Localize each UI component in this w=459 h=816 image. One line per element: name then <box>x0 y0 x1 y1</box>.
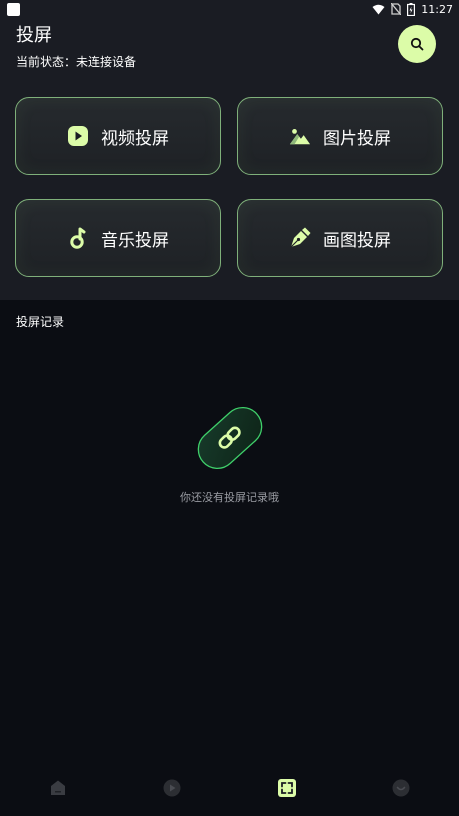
home-icon <box>51 780 65 795</box>
wifi-icon <box>372 4 385 14</box>
music-cast-card[interactable]: 音乐投屏 <box>15 199 221 277</box>
nav-cast[interactable] <box>278 779 296 797</box>
battery-icon <box>407 2 416 16</box>
records-title: 投屏记录 <box>16 315 65 329</box>
bottom-nav <box>0 770 459 806</box>
status-bar: 11:27 <box>0 0 459 18</box>
image-cast-label: 图片投屏 <box>323 128 391 149</box>
play-icon <box>163 779 181 797</box>
page-title: 投屏 <box>16 25 52 46</box>
image-icon <box>289 125 311 147</box>
search-button[interactable] <box>398 25 436 63</box>
search-icon <box>410 37 424 51</box>
image-cast-card[interactable]: 图片投屏 <box>237 97 443 175</box>
nav-profile[interactable] <box>392 779 410 797</box>
connection-status: 当前状态：未连接设备 <box>16 55 137 69</box>
draw-cast-card[interactable]: 画图投屏 <box>237 199 443 277</box>
empty-records-text: 你还没有投屏记录哦 <box>180 491 279 504</box>
status-icons: 11:27 <box>372 1 453 17</box>
video-cast-label: 视频投屏 <box>101 128 169 149</box>
notification-icon <box>7 3 20 16</box>
status-time: 11:27 <box>421 2 453 16</box>
pen-icon <box>289 227 311 249</box>
video-cast-card[interactable]: 视频投屏 <box>15 97 221 175</box>
draw-cast-label: 画图投屏 <box>323 230 391 251</box>
cast-icon <box>278 779 296 797</box>
nav-play[interactable] <box>163 779 181 797</box>
header: 投屏 当前状态：未连接设备 视频投屏 图片投屏 音乐投屏 画图投屏 <box>0 18 459 300</box>
link-icon <box>188 400 272 476</box>
no-sim-icon <box>391 3 402 15</box>
nav-home[interactable] <box>49 779 67 797</box>
music-cast-label: 音乐投屏 <box>101 230 169 251</box>
profile-icon <box>392 779 410 797</box>
play-circle-icon <box>67 125 89 147</box>
music-note-icon <box>67 227 89 249</box>
